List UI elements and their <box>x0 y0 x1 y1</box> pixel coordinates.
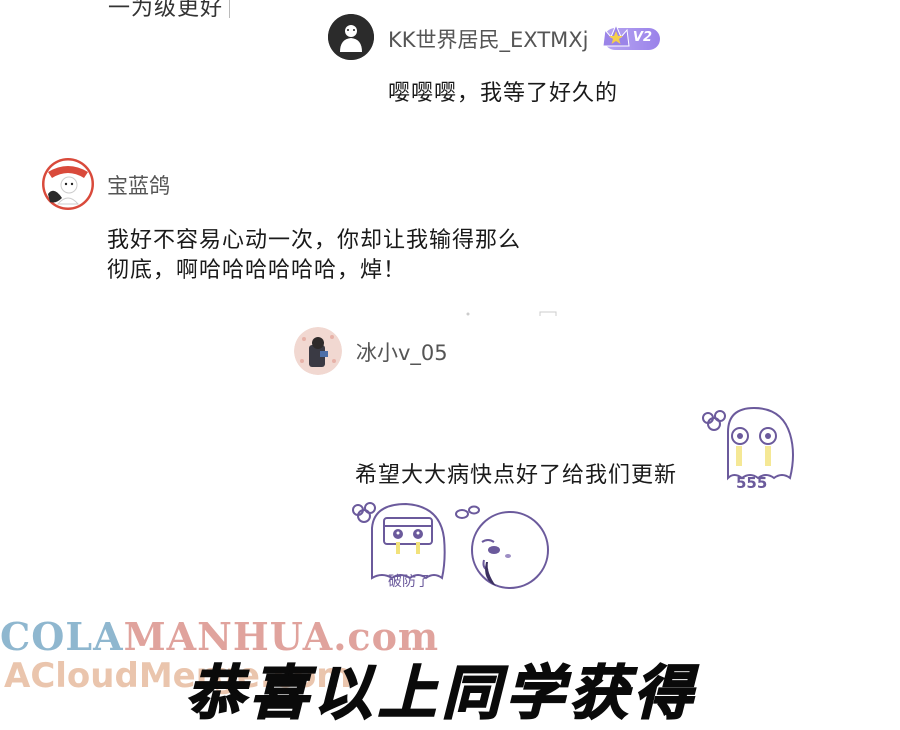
watermark-part1: COLA <box>0 614 124 659</box>
comment-username[interactable]: KK世界居民_EXTMXj <box>388 24 589 54</box>
avatar[interactable] <box>328 14 374 60</box>
previous-comment-text: 一为级更好 <box>108 0 224 21</box>
comment-text: 嘤嘤嘤，我等了好久的 <box>388 79 618 109</box>
avatar[interactable] <box>294 327 342 375</box>
broken-defense-ghost-sticker-icon[interactable]: 破防了 <box>352 498 450 594</box>
vip-level: V2 <box>632 30 652 45</box>
avatar[interactable] <box>42 158 94 210</box>
moon-face-sticker-icon[interactable] <box>452 502 556 598</box>
comment-text-content: 希望大大病快点好了给我们更新 <box>355 463 678 488</box>
ghost-avatar-icon <box>328 14 374 60</box>
crying-ghost-sticker-icon[interactable]: 555 <box>702 402 798 494</box>
previous-comment-fragment: 一为级更好 <box>108 0 231 22</box>
anime-avatar-icon <box>42 158 94 210</box>
text-cursor-bar <box>229 0 231 18</box>
comment-text-line: 我好不容易心动一次，你却让我输得那么 <box>107 228 522 253</box>
sticker-caption: 破防了 <box>388 574 430 590</box>
comment-text: 我好不容易心动一次，你却让我输得那么 彻底，啊哈哈哈哈哈哈，焯！ <box>107 226 521 286</box>
vip-badge: V2 <box>602 23 660 50</box>
crown-icon <box>602 23 630 47</box>
comment-text-content: 嘤嘤嘤，我等了好久的 <box>388 81 619 106</box>
photo-avatar-icon <box>294 327 342 375</box>
comment-text: 希望大大病快点好了给我们更新 <box>355 461 677 491</box>
username-text: KK世界居民_EXTMXj <box>388 28 589 52</box>
username-text: 宝蓝鸽 <box>107 174 170 198</box>
comment-username[interactable]: 冰小v_05 <box>356 337 448 367</box>
sticker-caption: 555 <box>736 474 767 492</box>
username-text: 冰小v_05 <box>356 341 448 365</box>
comment-text-line: 彻底，啊哈哈哈哈哈哈，焯！ <box>107 258 407 283</box>
divider-fragment <box>466 311 557 316</box>
comment-username[interactable]: 宝蓝鸽 <box>107 170 170 200</box>
congrats-banner-title: 恭喜以上同学获得 <box>185 658 699 728</box>
